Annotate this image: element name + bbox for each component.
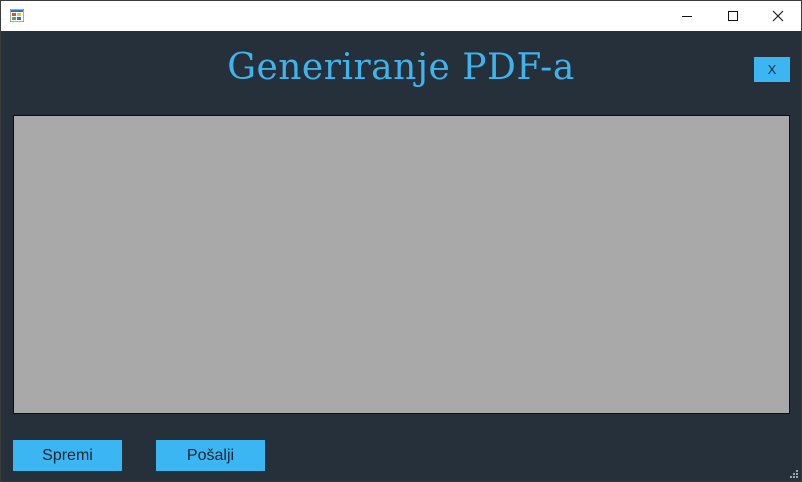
close-icon — [772, 10, 784, 22]
pdf-generation-window: Generiranje PDF-a X Spremi Pošalji — [0, 0, 802, 482]
save-button[interactable]: Spremi — [13, 440, 122, 471]
form-close-button[interactable]: X — [754, 57, 790, 82]
form-title: Generiranje PDF-a — [227, 47, 575, 88]
maximize-button[interactable] — [710, 1, 756, 31]
minimize-button[interactable] — [664, 1, 710, 31]
maximize-icon — [728, 11, 738, 21]
pdf-viewer-panel[interactable] — [13, 115, 790, 414]
resize-grip-icon[interactable] — [787, 467, 799, 479]
window-title-bar[interactable] — [1, 1, 801, 31]
minimize-icon — [682, 16, 692, 17]
send-button[interactable]: Pošalji — [156, 440, 265, 471]
winforms-app-icon — [10, 9, 24, 22]
close-window-button[interactable] — [755, 1, 801, 31]
